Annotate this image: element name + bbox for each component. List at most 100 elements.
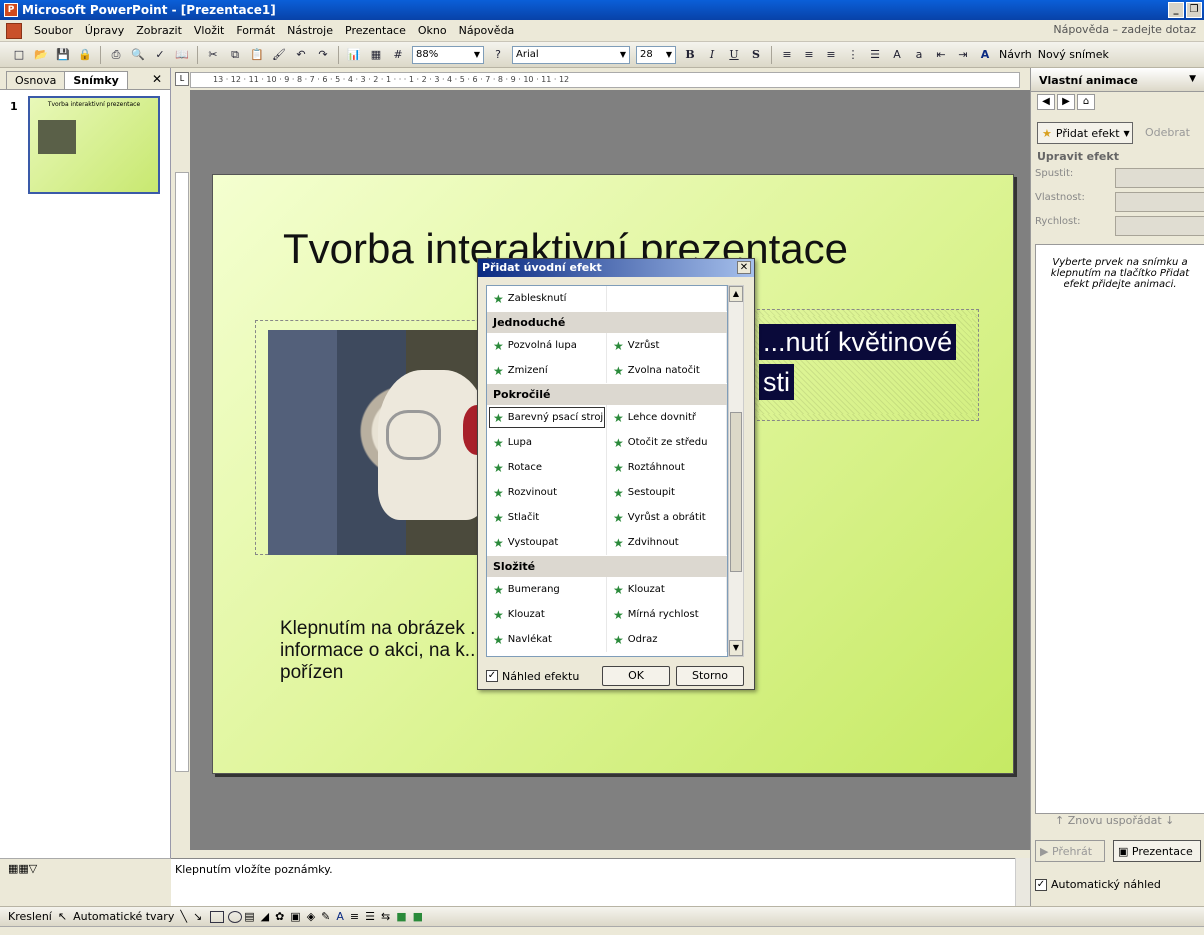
remove-button[interactable]: Odebrat <box>1141 122 1204 144</box>
animation-list[interactable]: Vyberte prvek na snímku a klepnutím na t… <box>1035 244 1204 814</box>
menu-okno[interactable]: Okno <box>412 24 453 37</box>
effect-item[interactable]: ★ Sestoupit <box>607 480 727 505</box>
effect-item[interactable]: ★ Lupa <box>487 430 607 455</box>
forward-icon[interactable]: ▶ <box>1057 94 1075 110</box>
print-preview-icon[interactable]: 🔍 <box>129 46 147 64</box>
slideshow-button[interactable]: ▣ Prezentace <box>1113 840 1201 862</box>
slide-thumbnail[interactable]: Tvorba interaktivní prezentace <box>28 96 160 194</box>
redo-icon[interactable]: ↷ <box>314 46 332 64</box>
back-icon[interactable]: ◀ <box>1037 94 1055 110</box>
insert-chart-icon[interactable]: 📊 <box>345 46 363 64</box>
help-search-input[interactable]: Nápověda – zadejte dotaz <box>1053 23 1196 36</box>
paste-icon[interactable]: 📋 <box>248 46 266 64</box>
design-button[interactable]: Návrh <box>996 48 1035 61</box>
effect-item[interactable]: ★ Vyrůst a obrátit <box>607 505 727 530</box>
play-button[interactable]: ▶ Přehrát <box>1035 840 1105 862</box>
font-size-select[interactable]: 28 ▼ <box>636 45 676 64</box>
menu-zobrazit[interactable]: Zobrazit <box>130 24 188 37</box>
cancel-button[interactable]: Storno <box>676 666 744 686</box>
effect-item[interactable]: ★ Klouzat <box>607 577 727 602</box>
permission-icon[interactable]: 🔒 <box>76 46 94 64</box>
preview-effect-checkbox[interactable]: ✓ Náhled efektu <box>486 670 596 683</box>
effect-item[interactable]: ★ Mírná rychlost <box>607 602 727 627</box>
close-icon[interactable]: ✕ <box>152 72 162 86</box>
chevron-down-icon[interactable]: ▼ <box>1189 74 1196 84</box>
effect-item[interactable]: ★ Rotace <box>487 455 607 480</box>
cut-icon[interactable]: ✂ <box>204 46 222 64</box>
tab-selector[interactable]: L <box>175 72 189 86</box>
add-effect-button[interactable]: ★ Přidat efekt ▼ <box>1037 122 1133 144</box>
effect-item[interactable]: ★ Lehce dovnitř <box>607 405 727 430</box>
powerpoint-app-icon[interactable]: P <box>4 3 18 17</box>
effect-list[interactable]: ★ Zablesknutí Jednoduché ★ Pozvolná lupa ★ Vz… <box>486 285 728 657</box>
dog-photo[interactable] <box>268 330 498 555</box>
rectangle-icon[interactable] <box>210 910 225 923</box>
effect-item[interactable]: ★ Klouzat <box>487 602 607 627</box>
select-arrow-icon[interactable]: ↖ <box>58 910 67 923</box>
align-center-icon[interactable]: ≡ <box>800 46 818 64</box>
effect-list-scrollbar[interactable]: ▲ ▼ <box>728 285 744 657</box>
align-right-icon[interactable]: ≡ <box>822 46 840 64</box>
menu-prezentace[interactable]: Prezentace <box>339 24 412 37</box>
insert-table-icon[interactable]: ▦ <box>367 46 385 64</box>
notes-scrollbar[interactable] <box>1015 858 1031 906</box>
vertical-ruler[interactable] <box>175 172 189 772</box>
menu-format[interactable]: Formát <box>230 24 281 37</box>
underline-button[interactable]: U <box>725 46 743 64</box>
arrow-icon[interactable]: ↘ <box>193 910 202 923</box>
effect-item[interactable]: ★ Zablesknutí <box>487 286 607 311</box>
print-icon[interactable]: ⎙ <box>107 46 125 64</box>
effect-item[interactable]: ★ Navlékat <box>487 627 607 652</box>
scroll-up-icon[interactable]: ▲ <box>729 286 743 302</box>
grid-icon[interactable]: # <box>389 46 407 64</box>
italic-button[interactable]: I <box>703 46 721 64</box>
effect-item[interactable]: ★ Rozvinout <box>487 480 607 505</box>
speed-select[interactable] <box>1115 216 1204 236</box>
effect-item[interactable]: ★ Otočit ze středu <box>607 430 727 455</box>
textbox-icon[interactable]: ▤ <box>244 910 254 923</box>
horizontal-ruler[interactable]: 13 · 12 · 11 · 10 · 9 · 8 · 7 · 6 · 5 · … <box>190 72 1020 88</box>
effect-item[interactable]: ★ Vystoupat <box>487 530 607 555</box>
autoshapes-menu-button[interactable]: Automatické tvary <box>73 910 174 923</box>
line-icon[interactable]: ╲ <box>180 910 187 923</box>
oval-icon[interactable] <box>228 910 243 923</box>
effect-item[interactable]: ★ Zdvihnout <box>607 530 727 555</box>
decrease-font-icon[interactable]: a <box>910 46 928 64</box>
font-select[interactable]: Arial ▼ <box>512 45 630 64</box>
font-color-icon[interactable]: A <box>976 46 994 64</box>
scroll-down-icon[interactable]: ▼ <box>729 640 743 656</box>
minimize-button[interactable]: _ <box>1168 2 1184 18</box>
effect-item[interactable]: ★ Pozvolná lupa <box>487 333 607 358</box>
3d-style-icon[interactable]: ■ <box>413 910 423 923</box>
spelling-icon[interactable]: ✓ <box>151 46 169 64</box>
format-painter-icon[interactable]: 🖌 <box>270 46 288 64</box>
reorder-control[interactable]: ↑ Znovu uspořádat ↓ <box>1055 814 1174 827</box>
align-left-icon[interactable]: ≡ <box>778 46 796 64</box>
effect-item[interactable]: ★ Zmizení <box>487 358 607 383</box>
numbering-icon[interactable]: ⋮ <box>844 46 862 64</box>
effect-item[interactable]: ★ Barevný psací stroj <box>487 405 607 430</box>
save-icon[interactable]: 💾 <box>54 46 72 64</box>
open-folder-icon[interactable]: 📂 <box>32 46 50 64</box>
shadow-button[interactable]: S <box>747 46 765 64</box>
dash-style-icon[interactable]: ☰ <box>365 910 375 923</box>
menu-upravy[interactable]: Úpravy <box>79 24 130 37</box>
increase-font-icon[interactable]: A <box>888 46 906 64</box>
effect-item[interactable]: ★ Roztáhnout <box>607 455 727 480</box>
wordart-icon[interactable]: ◢ <box>261 910 269 923</box>
auto-preview-checkbox[interactable]: ✓ Automatický náhled <box>1035 878 1161 891</box>
shadow-style-icon[interactable]: ■ <box>396 910 406 923</box>
undo-icon[interactable]: ↶ <box>292 46 310 64</box>
document-icon[interactable] <box>6 22 22 39</box>
help-icon[interactable]: ? <box>489 46 507 64</box>
picture-icon[interactable]: ▣ <box>290 910 300 923</box>
new-document-icon[interactable]: □ <box>10 46 28 64</box>
tab-outline[interactable]: Osnova <box>6 71 66 89</box>
bullets-icon[interactable]: ☰ <box>866 46 884 64</box>
scroll-thumb[interactable] <box>730 412 742 572</box>
menu-nastroje[interactable]: Nástroje <box>281 24 339 37</box>
fill-color-icon[interactable]: ◈ <box>307 910 315 923</box>
tab-slides[interactable]: Snímky <box>64 71 128 89</box>
font-color-draw-icon[interactable]: A <box>336 910 344 923</box>
line-style-icon[interactable]: ≡ <box>350 910 359 923</box>
